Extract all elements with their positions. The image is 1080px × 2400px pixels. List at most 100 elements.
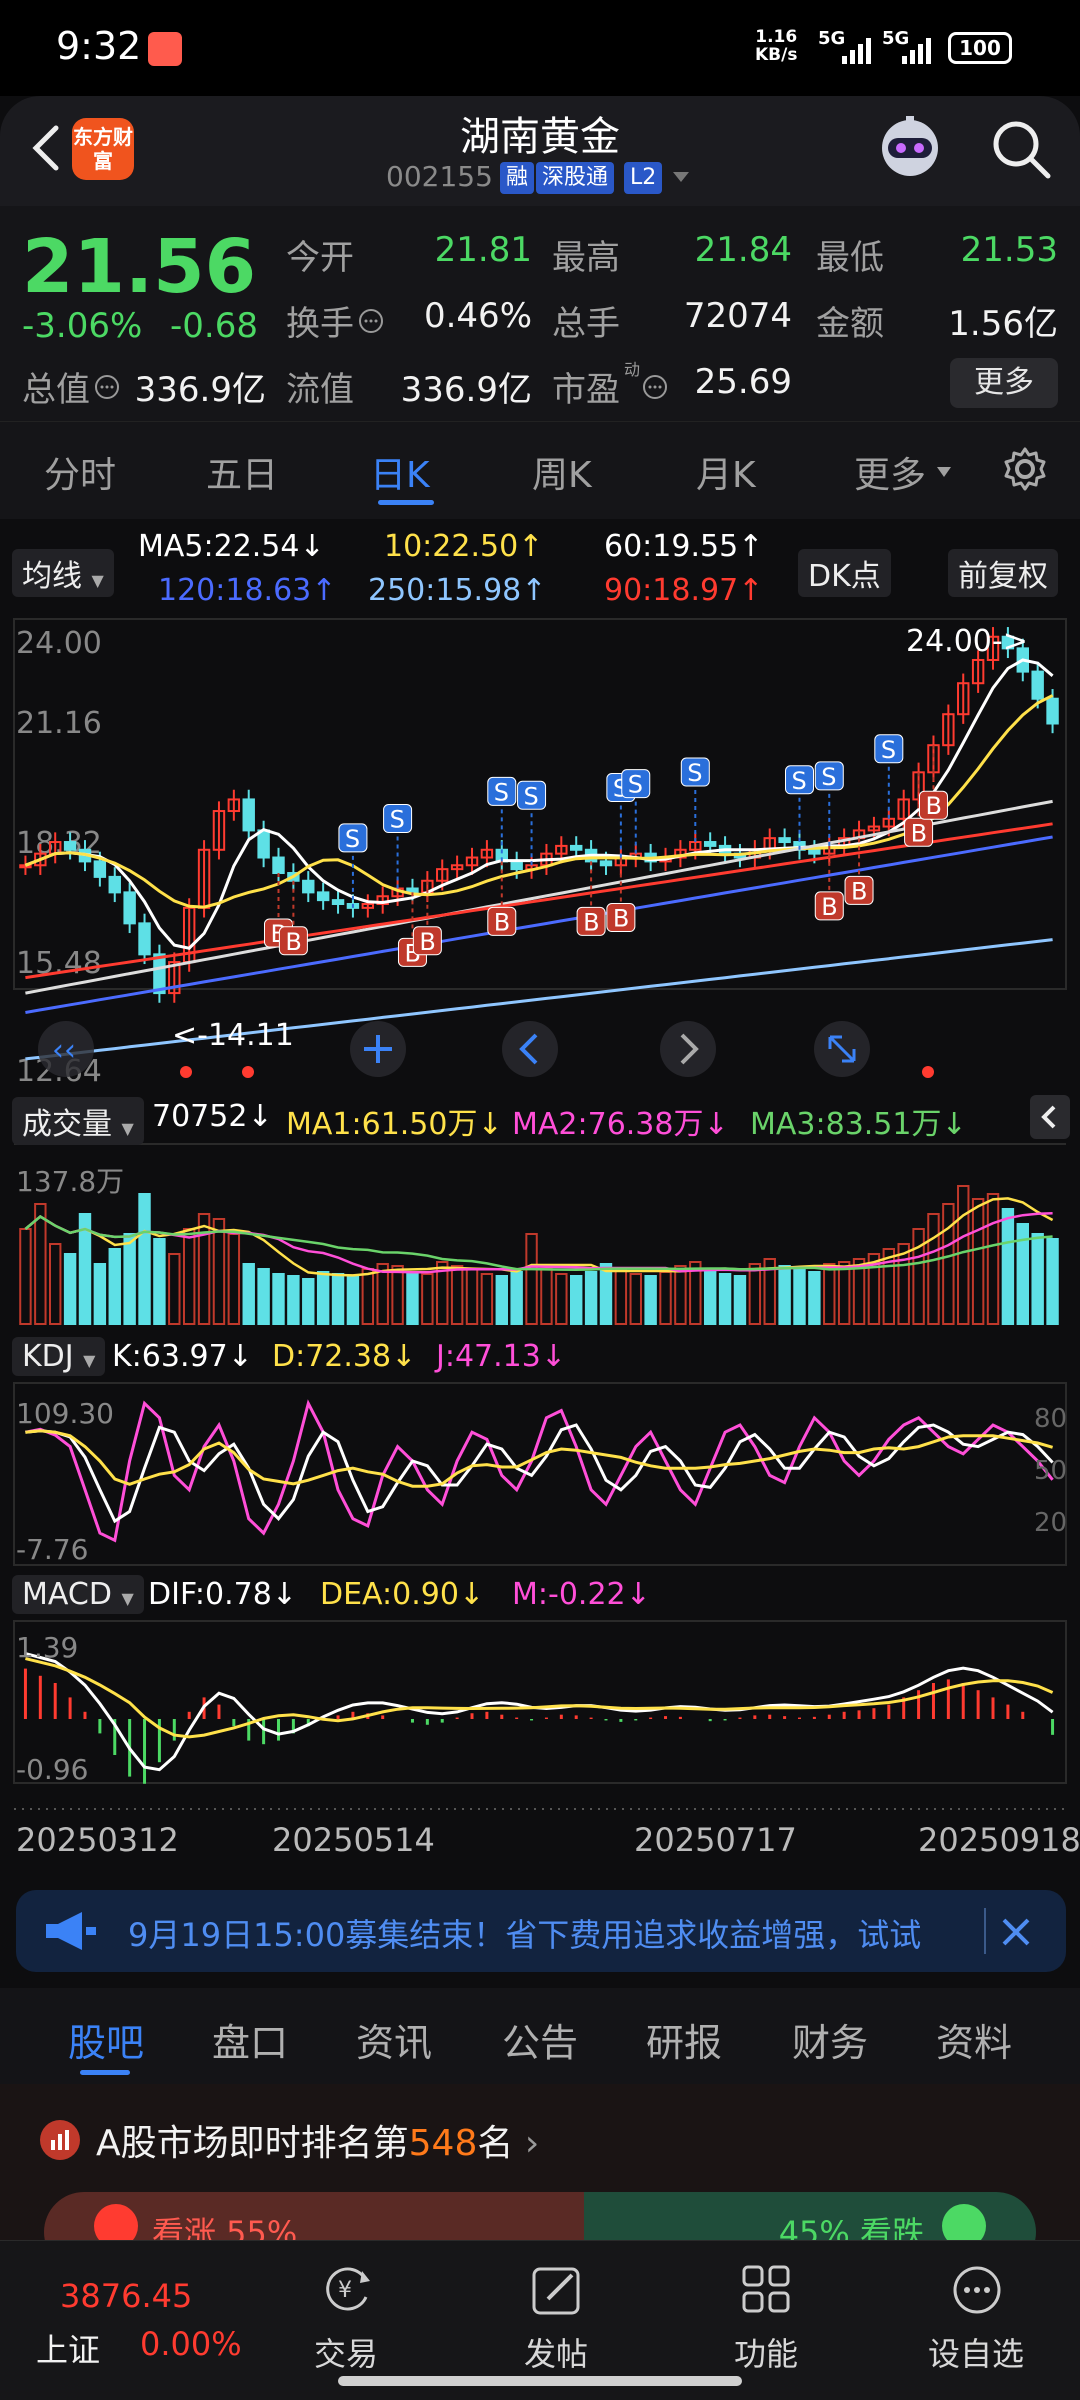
close-icon[interactable] [998, 1914, 1034, 1950]
kdj-selector[interactable]: KDJ ▼ [12, 1337, 106, 1376]
promo-banner[interactable]: 9月19日15:00募集结束！省下费用追求收益增强，试试 [16, 1890, 1066, 1972]
float-label: 流值 [286, 370, 354, 410]
volume-bar [1031, 1233, 1044, 1325]
candle-body [1031, 670, 1044, 700]
nav-add-watchlist[interactable]: 设自选 [906, 2241, 1046, 2400]
rank-prefix: A股市场即时排名第 [96, 2123, 409, 2164]
tab-monthly-k[interactable]: 月K [696, 446, 756, 498]
dropdown-triangle-icon[interactable] [936, 466, 952, 478]
quote-panel: 21.56 -3.06% -0.68 今开 21.81 最高 21.84 最低 … [0, 206, 1080, 421]
volume-bar [510, 1271, 523, 1325]
buy-signal-letter: B [494, 908, 510, 936]
dropdown-triangle-icon: ▼ [83, 1351, 96, 1370]
volume-bar [63, 1253, 77, 1325]
low-annotation: <-14.11 [172, 1018, 294, 1053]
candle-body [808, 848, 821, 855]
tab-weekly-k[interactable]: 周K [532, 446, 592, 498]
tab-announcements[interactable]: 公告 [502, 2012, 578, 2067]
macd-histogram [23, 1652, 1055, 1784]
y-tick: 24.00 [16, 626, 102, 661]
net-speed-value: 1.16 [755, 27, 798, 47]
vol-ma3-value: MA3:83.51万 [750, 1107, 942, 1142]
sell-signal-letter: S [628, 771, 643, 799]
low-label: 最低 [816, 238, 884, 278]
pe-superscript: 动 [624, 360, 641, 379]
candle-body [302, 879, 315, 894]
volume-latest-value: 70752 [152, 1099, 248, 1134]
sell-signal-letter: S [687, 759, 702, 787]
low-value: 21.53 [960, 230, 1058, 270]
open-label: 今开 [286, 238, 354, 278]
plus-control[interactable] [350, 1021, 406, 1077]
vol-ma1-value: MA1:61.50万 [286, 1107, 478, 1142]
index-ticker[interactable]: 3876.45 上证 0.00% [0, 2241, 242, 2400]
volume-label: 总手 [552, 304, 620, 344]
kdj-right-tick: 50 [1034, 1456, 1067, 1486]
chart-badge-icon [40, 2120, 80, 2160]
buy-signal-letter: B [821, 893, 837, 921]
info-icon[interactable] [94, 374, 120, 400]
change-percent: -3.06% [22, 306, 143, 346]
index-name: 上证 [36, 2331, 101, 2369]
pe-label: 市盈 [552, 370, 620, 410]
change-amount: -0.68 [170, 306, 258, 346]
dropdown-triangle-icon[interactable] [672, 170, 690, 184]
volume-bar [182, 1228, 196, 1325]
down-arrow-icon: ↓ [227, 1339, 253, 1374]
tab-more[interactable]: 更多 [854, 446, 926, 498]
volume-bar [287, 1275, 300, 1325]
rank-card[interactable]: A股市场即时排名第548名 › 看涨 55% 45% 看跌 [0, 2084, 1080, 2272]
vol-ma2: MA2:76.38万↓ [512, 1099, 729, 1143]
tab-profile[interactable]: 资料 [936, 2012, 1012, 2067]
zoom-out-control[interactable]: ‹‹ [38, 1021, 94, 1077]
volume-bar [331, 1273, 345, 1325]
nav-add-watchlist-label: 设自选 [927, 2335, 1024, 2373]
macd-dif-line [25, 1652, 1054, 1772]
tab-guba[interactable]: 股吧 [68, 2012, 144, 2067]
collapse-panel-button[interactable] [1030, 1095, 1070, 1139]
volume-bar [629, 1273, 642, 1325]
macd-selector[interactable]: MACD ▼ [12, 1575, 144, 1614]
volume-bar [495, 1275, 508, 1325]
volume-bar [465, 1268, 479, 1325]
volume-bar [227, 1233, 241, 1325]
gear-icon[interactable] [1000, 444, 1050, 494]
robot-assistant-icon[interactable] [872, 112, 948, 182]
volume-selector[interactable]: 成交量 ▼ [12, 1097, 144, 1145]
tab-orderbook[interactable]: 盘口 [212, 2012, 288, 2067]
fullscreen-control[interactable] [814, 1021, 870, 1077]
tab-financials[interactable]: 财务 [792, 2012, 868, 2067]
high-annotation: 24.00-> [906, 624, 1028, 659]
active-tab-indicator [80, 2070, 130, 2075]
candle-body [316, 891, 330, 902]
tab-research[interactable]: 研报 [646, 2012, 722, 2067]
next-control[interactable] [660, 1021, 716, 1077]
high-label: 最高 [552, 238, 620, 278]
tab-daily-k[interactable]: 日K [370, 446, 430, 498]
mktcap-value: 336.9亿 [134, 370, 266, 410]
macd-y-tick: -0.96 [16, 1753, 88, 1786]
prev-control[interactable] [502, 1021, 558, 1077]
kline-chart-svg[interactable]: 24.00 21.16 18.32 15.48 12.64 BBBBBBBBBB… [0, 519, 1080, 1879]
network-speed: 1.16 KB/s [755, 28, 797, 64]
svg-text:¥: ¥ [338, 2278, 352, 2303]
tab-5day[interactable]: 五日 [206, 446, 278, 498]
y-tick: 21.16 [16, 706, 102, 741]
more-quote-button[interactable]: 更多 [950, 358, 1058, 408]
rank-number: 548 [408, 2123, 478, 2164]
search-icon[interactable] [988, 116, 1054, 182]
event-dot [242, 1066, 254, 1078]
buy-signal-letter: B [613, 905, 629, 933]
event-dot [922, 1066, 934, 1078]
info-tabs: 股吧 盘口 资讯 公告 研报 财务 资料 [0, 1988, 1080, 2084]
last-price: 21.56 [22, 224, 257, 310]
down-arrow-icon: ↓ [625, 1577, 651, 1612]
vol-ma3: MA3:83.51万↓ [750, 1099, 967, 1143]
tab-news[interactable]: 资讯 [356, 2012, 432, 2067]
macd-y-tick: 1.39 [16, 1631, 78, 1664]
tab-intraday[interactable]: 分时 [44, 446, 116, 498]
battery-icon: 100 [948, 32, 1012, 64]
volume-bar [316, 1271, 330, 1325]
macd-dea-line [25, 1657, 1054, 1739]
down-arrow-icon: ↓ [271, 1577, 297, 1612]
